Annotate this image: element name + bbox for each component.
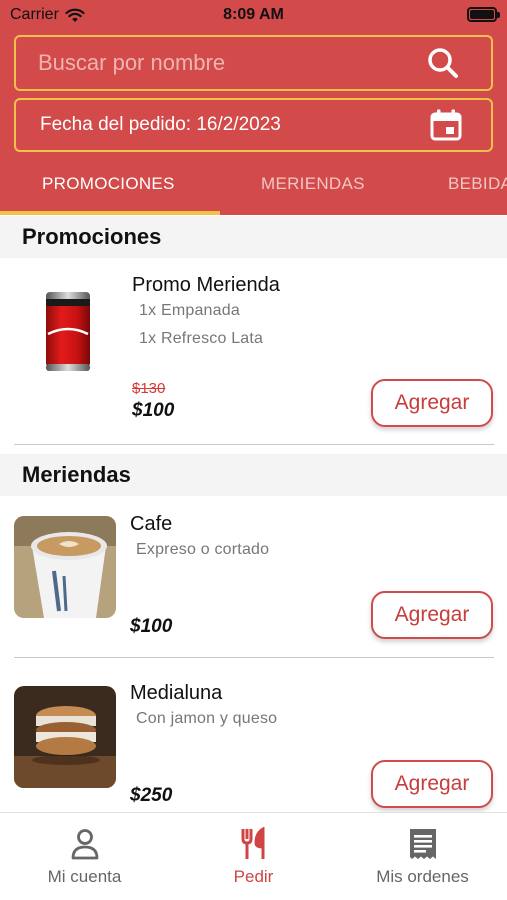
search-icon[interactable] [425, 45, 461, 81]
add-button[interactable]: Agregar [371, 591, 493, 639]
tab-meriendas[interactable]: MERIENDAS [261, 174, 365, 194]
category-tabs: PROMOCIONES MERIENDAS BEBIDA [0, 160, 507, 215]
soda-can-image [40, 290, 96, 374]
user-icon [71, 829, 98, 860]
nav-mis-ordenes[interactable]: Mis ordenes [338, 827, 507, 887]
product-price: $100 [132, 400, 175, 421]
original-price: $130 [132, 380, 166, 397]
utensils-icon [241, 827, 264, 859]
status-bar: Carrier 8:09 AM [0, 0, 507, 30]
product-name: Promo Merienda [132, 274, 280, 296]
tab-bebida[interactable]: BEBIDA [448, 174, 507, 194]
nav-label: Mis ordenes [376, 867, 469, 886]
nav-label: Mi cuenta [47, 867, 122, 886]
status-time: 8:09 AM [223, 6, 284, 23]
product-card-promo-merienda: Promo Merienda 1x Empanada 1x Refresco L… [0, 258, 507, 446]
battery-icon [467, 7, 500, 22]
section-header-meriendas: Meriendas [0, 454, 507, 496]
product-card-cafe: Cafe Expreso o cortado $100 Agregar [0, 496, 507, 658]
nav-pedir[interactable]: Pedir [169, 827, 338, 887]
product-detail: 1x Refresco Lata [139, 330, 264, 347]
bottom-tab-bar: Mi cuenta Pedir Mis ordenes [0, 812, 507, 900]
nav-mi-cuenta[interactable]: Mi cuenta [0, 827, 169, 887]
receipt-icon [409, 829, 436, 859]
add-button[interactable]: Agregar [371, 379, 493, 427]
product-detail: 1x Empanada [139, 302, 240, 319]
search-input[interactable]: Buscar por nombre [14, 35, 493, 91]
medialuna-image [14, 686, 116, 788]
divider [14, 657, 494, 658]
divider [14, 444, 494, 445]
product-detail: Con jamon y queso [136, 710, 278, 727]
order-date-field[interactable]: Fecha del pedido: 16/2/2023 [14, 98, 493, 152]
tab-promociones[interactable]: PROMOCIONES [42, 174, 175, 194]
nav-label: Pedir [233, 867, 274, 886]
add-button[interactable]: Agregar [371, 760, 493, 808]
product-card-medialuna: Medialuna Con jamon y queso $250 Agregar [0, 666, 507, 812]
search-placeholder: Buscar por nombre [38, 50, 226, 75]
coffee-image [14, 516, 116, 618]
product-detail: Expreso o cortado [136, 541, 270, 558]
active-tab-indicator [0, 211, 220, 215]
calendar-icon[interactable] [429, 108, 463, 142]
section-header-promociones: Promociones [0, 216, 507, 258]
product-price: $250 [130, 785, 173, 806]
app-header: Carrier 8:09 AM Buscar por nombre Fecha … [0, 0, 507, 215]
product-price: $100 [130, 616, 173, 637]
order-date-label: Fecha del pedido: 16/2/2023 [40, 114, 281, 135]
product-name: Cafe [130, 513, 173, 535]
product-name: Medialuna [130, 682, 223, 704]
